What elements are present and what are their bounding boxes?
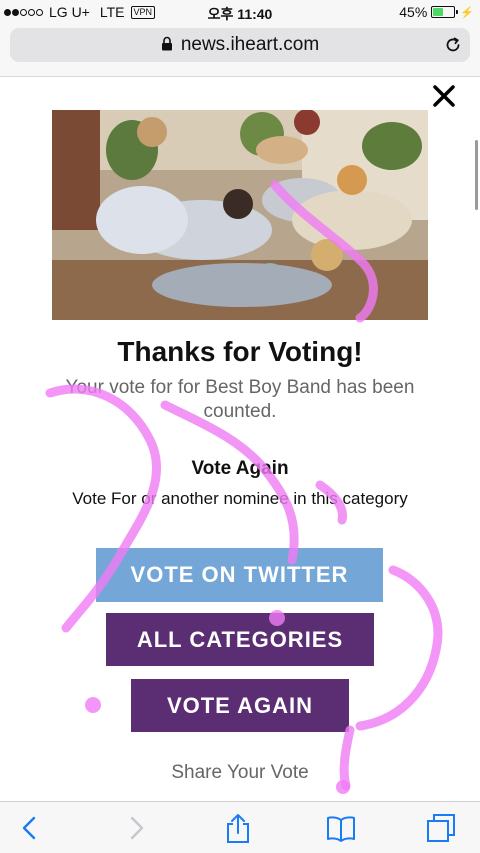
- close-icon: [433, 85, 455, 107]
- browser-toolbar: [0, 801, 480, 853]
- url-text: news.iheart.com: [180, 34, 320, 55]
- vote-again-heading: Vote Again: [191, 458, 289, 479]
- hero-photo: [52, 110, 428, 320]
- tabs-icon[interactable]: [425, 812, 457, 844]
- status-bar: LG U+ LTE VPN 오후 11:40 45% ⚡: [0, 0, 480, 24]
- forward-icon[interactable]: [120, 812, 152, 844]
- share-your-vote-label: Share Your Vote: [171, 762, 309, 783]
- close-button[interactable]: [430, 82, 458, 110]
- reload-icon[interactable]: [444, 36, 462, 54]
- vote-on-twitter-button[interactable]: VOTE ON TWITTER: [96, 548, 383, 602]
- vote-again-button[interactable]: VOTE AGAIN: [131, 679, 349, 732]
- vote-confirmation-text: Your vote for for Best Boy Band has been…: [65, 377, 415, 422]
- address-bar[interactable]: news.iheart.com: [10, 28, 470, 62]
- charging-icon: ⚡: [460, 6, 474, 19]
- battery-icon: [431, 6, 459, 18]
- page: LG U+ LTE VPN 오후 11:40 45% ⚡ news.iheart…: [0, 0, 480, 853]
- scrollbar[interactable]: [475, 140, 478, 210]
- url-display[interactable]: news.iheart.com: [10, 28, 470, 62]
- share-icon[interactable]: [222, 812, 254, 844]
- status-right: 45% ⚡: [399, 4, 474, 20]
- modal-title: Thanks for Voting!: [117, 336, 363, 367]
- vote-again-description: Vote For or another nominee in this cate…: [72, 489, 408, 508]
- back-icon[interactable]: [14, 812, 46, 844]
- lock-icon: [161, 35, 173, 57]
- browser-address-area: news.iheart.com: [0, 24, 480, 77]
- all-categories-button[interactable]: ALL CATEGORIES: [106, 613, 374, 666]
- battery-percent: 45%: [399, 4, 428, 20]
- bookmarks-icon[interactable]: [325, 812, 357, 844]
- battery-level: [433, 8, 444, 16]
